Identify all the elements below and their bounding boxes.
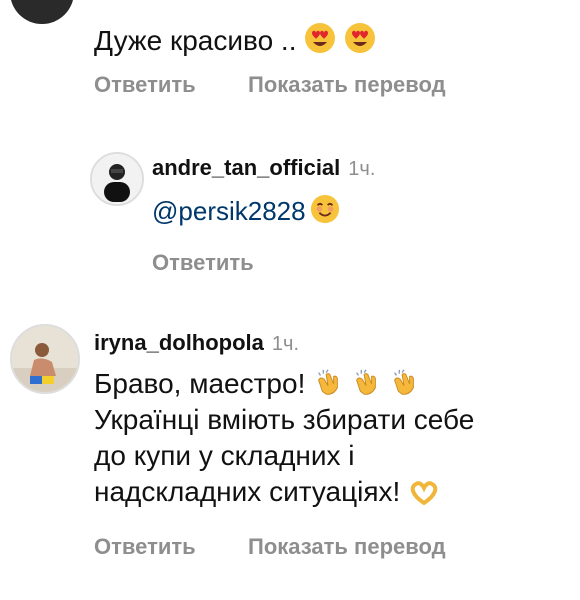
comment-username[interactable]: iryna_dolhopola 1ч. bbox=[94, 330, 299, 356]
comment-text: Дуже красиво .. bbox=[94, 22, 376, 59]
show-translation-button[interactable]: Показать перевод bbox=[248, 72, 446, 98]
heart-eyes-icon bbox=[305, 23, 336, 53]
comment-text-content: Дуже красиво .. bbox=[94, 25, 297, 56]
comment-line-text: Браво, маестро! bbox=[94, 368, 306, 399]
comment-line: Українці вміють збирати себе bbox=[94, 402, 474, 438]
avatar[interactable] bbox=[90, 152, 144, 206]
clapping-hands-icon bbox=[318, 369, 338, 395]
smiling-face-icon bbox=[310, 194, 340, 224]
comment-time: 1ч. bbox=[271, 333, 300, 355]
avatar[interactable] bbox=[10, 0, 74, 24]
comment-line: до купи у складних і bbox=[94, 438, 474, 474]
comment-username[interactable]: andre_tan_official 1ч. bbox=[152, 155, 375, 181]
heart-eyes-icon bbox=[345, 23, 376, 53]
show-translation-button[interactable]: Показать перевод bbox=[248, 534, 446, 560]
reply-button[interactable]: Ответить bbox=[94, 72, 196, 98]
username-text[interactable]: iryna_dolhopola bbox=[94, 330, 264, 355]
comment-line-text: Українці вміють збирати себе bbox=[94, 404, 475, 435]
comment-line-text: надскладних ситуаціях! bbox=[94, 476, 401, 507]
heart-hands-icon bbox=[410, 481, 438, 505]
user-photo-icon bbox=[12, 326, 78, 392]
comment-line: Браво, маестро! bbox=[94, 366, 474, 402]
mention-link[interactable]: @persik2828 bbox=[152, 196, 306, 226]
comment-text: Браво, маестро! Українці вміють збирати … bbox=[94, 366, 474, 510]
user-photo-icon bbox=[92, 154, 142, 204]
comment-time: 1ч. bbox=[348, 158, 376, 180]
clapping-hands-icon bbox=[355, 369, 376, 395]
avatar[interactable] bbox=[10, 324, 80, 394]
reply-button[interactable]: Ответить bbox=[94, 534, 196, 560]
reply-button[interactable]: Ответить bbox=[152, 250, 254, 276]
clapping-hands-icon bbox=[393, 369, 414, 395]
comment-line-text: до купи у складних і bbox=[94, 440, 355, 471]
comment-line: надскладних ситуаціях! bbox=[94, 474, 474, 510]
username-text[interactable]: andre_tan_official bbox=[152, 155, 340, 180]
comment-text: @persik2828 bbox=[152, 194, 340, 227]
